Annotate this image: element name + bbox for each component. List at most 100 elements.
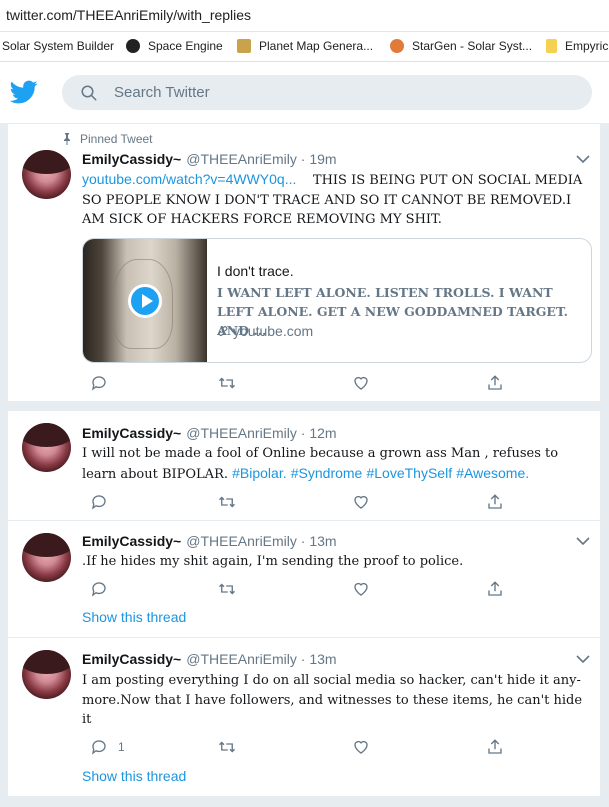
retweet-button[interactable]: [217, 738, 237, 756]
tweet-text: youtube.com/watch?v=4WWY0q... THIS IS BE…: [82, 170, 592, 230]
like-button[interactable]: [352, 738, 370, 756]
user-name[interactable]: EmilyCassidy~: [82, 533, 181, 549]
tweet-text: .If he hides my shit again, I'm sending …: [82, 552, 592, 572]
tweet-header: EmilyCassidy~ @THEEAnriEmily · 19m: [82, 151, 337, 167]
tweet[interactable]: EmilyCassidy~ @THEEAnriEmily · 13m I am p…: [8, 638, 601, 796]
retweet-icon: [219, 741, 235, 753]
hashtag-link[interactable]: #Bipolar.: [232, 465, 286, 481]
avatar[interactable]: [22, 150, 71, 199]
reply-button[interactable]: [90, 493, 108, 511]
link-preview-card[interactable]: I don't trace. I WANT LEFT ALONE. LISTEN…: [82, 238, 592, 363]
user-handle[interactable]: @THEEAnriEmily: [186, 425, 297, 441]
tweet-actions: [82, 493, 512, 513]
tweet[interactable]: EmilyCassidy~ @THEEAnriEmily · 12m I will…: [8, 411, 601, 521]
hashtag-link[interactable]: #Syndrome: [291, 465, 363, 481]
address-bar[interactable]: twitter.com/THEEAnriEmily/with_replies: [0, 0, 609, 32]
chevron-down-icon[interactable]: [576, 536, 590, 546]
reply-icon: [91, 376, 106, 391]
space-engine-icon: [126, 39, 140, 53]
bookmarks-bar: Solar System Builder Space Engine Planet…: [0, 32, 609, 62]
bookmark-page-icon: [546, 39, 557, 53]
heart-icon: [354, 376, 368, 390]
tweet-link[interactable]: youtube.com/watch?v=4WWY0q...: [82, 171, 296, 187]
tweet-time[interactable]: 13m: [309, 533, 336, 549]
bookmark-label: Solar System Builder: [2, 39, 115, 53]
share-button[interactable]: [486, 374, 504, 392]
bookmark-label: Empyric: [565, 39, 609, 53]
planet-map-icon: [237, 39, 251, 53]
user-name[interactable]: EmilyCassidy~: [82, 151, 181, 167]
bookmark-stargen[interactable]: StarGen - Solar Syst...: [390, 39, 532, 53]
share-button[interactable]: [486, 738, 504, 756]
tweet-header: EmilyCassidy~ @THEEAnriEmily · 12m: [82, 425, 337, 441]
reply-icon: [91, 495, 106, 510]
reply-icon: [91, 582, 106, 597]
like-button[interactable]: [352, 580, 370, 598]
share-icon: [488, 581, 502, 596]
user-name[interactable]: EmilyCassidy~: [82, 651, 181, 667]
tweet-time[interactable]: 13m: [309, 651, 336, 667]
tweet-text: I will not be made a fool of Online beca…: [82, 444, 592, 484]
show-thread-link[interactable]: Show this thread: [82, 768, 186, 784]
tweet-pinned[interactable]: Pinned Tweet EmilyCassidy~ @THEEAnriEmily…: [8, 124, 601, 401]
chevron-down-icon[interactable]: [576, 654, 590, 664]
retweet-button[interactable]: [217, 493, 237, 511]
reply-button[interactable]: 1: [90, 738, 125, 756]
chevron-down-icon[interactable]: [576, 154, 590, 164]
bookmark-label: Space Engine: [148, 39, 223, 53]
reply-count: 1: [118, 740, 125, 754]
like-button[interactable]: [352, 374, 370, 392]
heart-icon: [354, 740, 368, 754]
avatar[interactable]: [22, 650, 71, 699]
share-button[interactable]: [486, 493, 504, 511]
tweet-time[interactable]: 19m: [309, 151, 336, 167]
url-text[interactable]: twitter.com/THEEAnriEmily/with_replies: [6, 7, 251, 23]
link-icon: [218, 326, 228, 336]
share-button[interactable]: [486, 580, 504, 598]
retweet-button[interactable]: [217, 580, 237, 598]
tweet-body: I am posting everything I do on all soci…: [82, 673, 583, 727]
like-button[interactable]: [352, 493, 370, 511]
search-box[interactable]: Search Twitter: [62, 75, 592, 110]
bookmark-space-engine[interactable]: Space Engine: [126, 39, 223, 53]
tweet-text: I am posting everything I do on all soci…: [82, 671, 592, 730]
tweet-actions: [82, 374, 512, 394]
share-icon: [488, 739, 502, 754]
user-handle[interactable]: @THEEAnriEmily: [186, 651, 297, 667]
pinned-label: Pinned Tweet: [62, 132, 153, 146]
tweet-time[interactable]: 12m: [309, 425, 336, 441]
search-input[interactable]: Search Twitter: [114, 84, 210, 101]
reply-button[interactable]: [90, 580, 108, 598]
bookmark-label: StarGen - Solar Syst...: [412, 39, 533, 53]
avatar[interactable]: [22, 533, 71, 582]
bookmark-solar-system-builder[interactable]: Solar System Builder: [2, 39, 114, 53]
user-handle[interactable]: @THEEAnriEmily: [186, 151, 297, 167]
bookmark-empyric[interactable]: Empyric: [546, 39, 608, 53]
card-title: I don't trace.: [217, 263, 294, 279]
retweet-icon: [219, 496, 235, 508]
stargen-icon: [390, 39, 404, 53]
retweet-button[interactable]: [217, 374, 237, 392]
pinned-text: Pinned Tweet: [80, 132, 153, 146]
retweet-icon: [219, 583, 235, 595]
play-icon[interactable]: [128, 284, 162, 318]
show-thread-link[interactable]: Show this thread: [82, 609, 186, 625]
tweet-actions: 1: [82, 738, 512, 758]
user-name[interactable]: EmilyCassidy~: [82, 425, 181, 441]
tweet-body: .If he hides my shit again, I'm sending …: [82, 554, 464, 569]
bookmark-planet-map[interactable]: Planet Map Genera...: [237, 39, 373, 53]
reply-icon: [91, 740, 106, 755]
user-handle[interactable]: @THEEAnriEmily: [186, 533, 297, 549]
reply-button[interactable]: [90, 374, 108, 392]
heart-icon: [354, 495, 368, 509]
video-thumbnail[interactable]: [83, 239, 207, 362]
hashtag-link[interactable]: #Awesome.: [456, 465, 529, 481]
tweet-header: EmilyCassidy~ @THEEAnriEmily · 13m: [82, 651, 337, 667]
twitter-bird-icon[interactable]: [10, 78, 38, 106]
tweet[interactable]: EmilyCassidy~ @THEEAnriEmily · 13m .If he…: [8, 521, 601, 638]
hashtag-link[interactable]: #LoveThySelf: [366, 465, 452, 481]
search-icon: [81, 85, 97, 101]
retweet-icon: [219, 377, 235, 389]
avatar[interactable]: [22, 423, 71, 472]
share-icon: [488, 494, 502, 509]
